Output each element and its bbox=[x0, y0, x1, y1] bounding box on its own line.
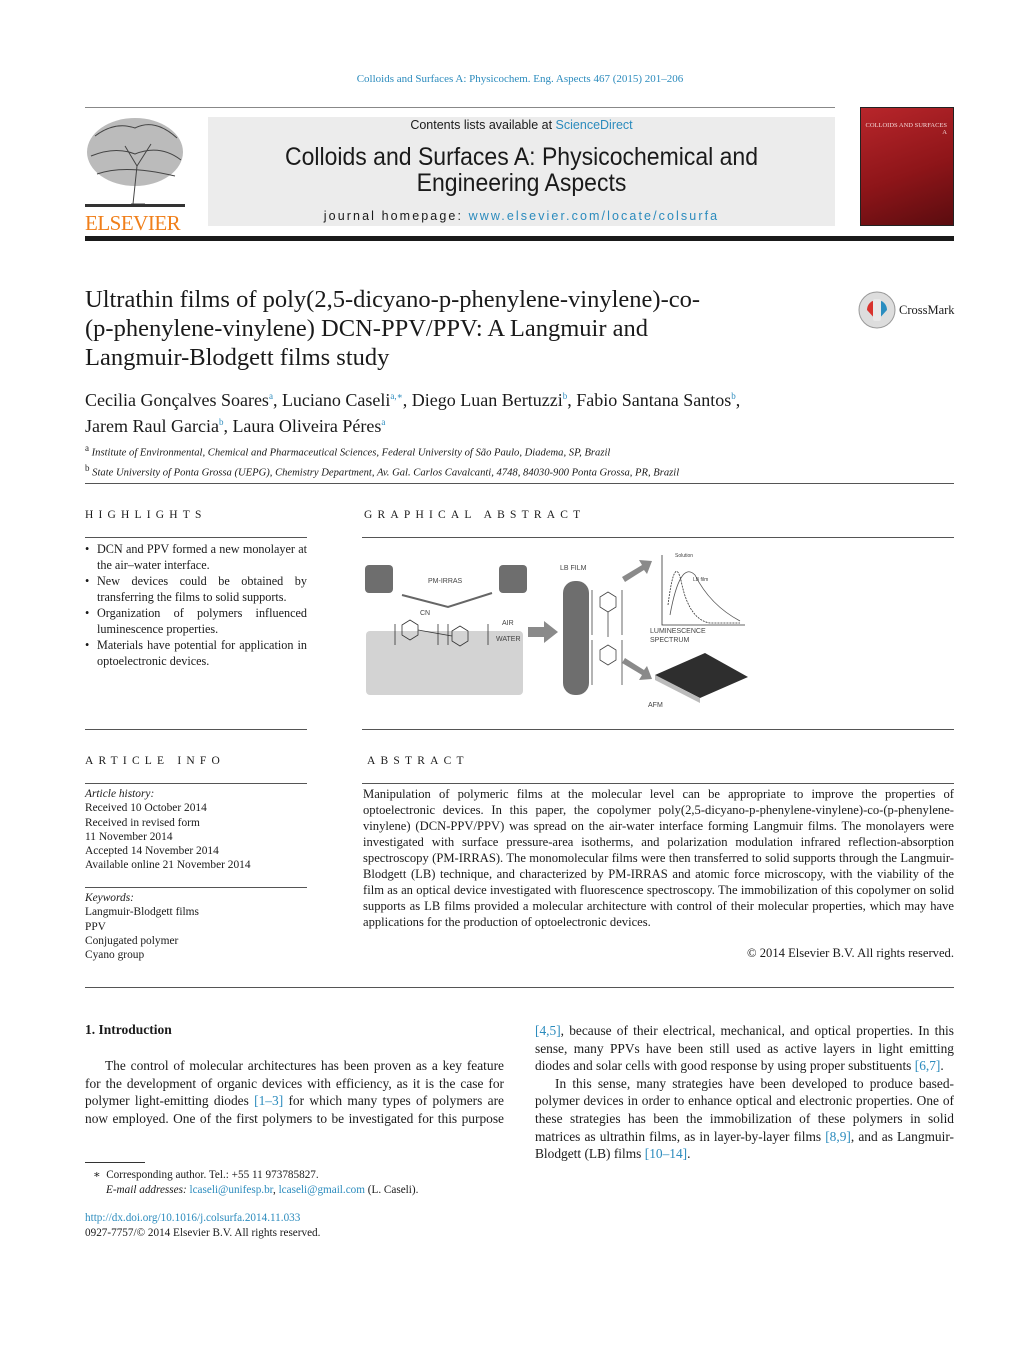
abstract-copyright: © 2014 Elsevier B.V. All rights reserved… bbox=[747, 946, 954, 960]
lb-polymer-structure bbox=[591, 590, 623, 685]
crossmark-button[interactable]: CrossMark bbox=[858, 291, 955, 329]
citation-link[interactable]: [6,7] bbox=[915, 1058, 941, 1073]
email-link[interactable]: lcaseli@gmail.com bbox=[279, 1184, 365, 1196]
spectrum-label: SPECTRUM bbox=[650, 637, 689, 644]
keyword: Cyano group bbox=[85, 949, 145, 962]
arrow-right bbox=[528, 621, 558, 643]
journal-reference[interactable]: Colloids and Surfaces A: Physicochem. En… bbox=[0, 73, 1020, 85]
affiliation: a Institute of Environmental, Chemical a… bbox=[85, 443, 611, 459]
affiliations: a Institute of Environmental, Chemical a… bbox=[85, 441, 679, 480]
graphical-abstract-heading: GRAPHICAL ABSTRACT bbox=[364, 509, 586, 521]
arrow-up-right bbox=[622, 560, 652, 582]
header-bar bbox=[85, 236, 954, 241]
pmirras-beam bbox=[401, 592, 493, 609]
keywords: Keywords: Langmuir-Blodgett films PPV Co… bbox=[85, 892, 199, 962]
crossmark-icon bbox=[858, 291, 896, 329]
lb-film-label: LB FILM bbox=[560, 565, 587, 572]
keyword: PPV bbox=[85, 920, 106, 933]
highlights-list: DCN and PPV formed a new monolayer at th… bbox=[85, 541, 307, 669]
pmirras-label: PM-IRRAS bbox=[428, 578, 463, 585]
author[interactable]: Cecilia Gonçalves Soaresa bbox=[85, 390, 273, 410]
homepage-link[interactable]: www.elsevier.com/locate/colsurfa bbox=[469, 209, 720, 223]
solution-label: Solution bbox=[675, 553, 693, 559]
journal-cover[interactable]: COLLOIDS AND SURFACES A bbox=[860, 107, 954, 226]
doi-block: http://dx.doi.org/10.1016/j.colsurfa.201… bbox=[85, 1212, 321, 1239]
homepage-prefix: journal homepage: bbox=[323, 209, 464, 223]
highlight-item: Organization of polymers influenced lumi… bbox=[85, 605, 307, 637]
email-link[interactable]: lcaseli@unifesp.br bbox=[189, 1184, 272, 1196]
highlight-item: New devices could be obtained by transfe… bbox=[85, 573, 307, 605]
luminescence-spectrum-plot: Solution LB film bbox=[661, 553, 745, 626]
citation-link[interactable]: [8,9] bbox=[825, 1129, 851, 1144]
affiliation: b State University of Ponta Grossa (UEPG… bbox=[85, 462, 680, 479]
author[interactable]: Jarem Raul Garciab bbox=[85, 416, 223, 436]
highlight-item: DCN and PPV formed a new monolayer at th… bbox=[85, 541, 307, 573]
author-list: Cecilia Gonçalves Soaresa, Luciano Casel… bbox=[85, 390, 741, 436]
air-label: AIR bbox=[502, 620, 514, 627]
article-history: Article history: Received 10 October 201… bbox=[85, 788, 251, 872]
elsevier-tree-icon bbox=[85, 118, 185, 207]
luminescence-label: LUMINESCENCE bbox=[650, 628, 706, 635]
citation-link[interactable]: [1–3] bbox=[254, 1093, 283, 1108]
article-title: Ultrathin films of poly(2,5-dicyano-p-ph… bbox=[85, 286, 701, 371]
author[interactable]: Laura Oliveira Péresa bbox=[232, 416, 385, 436]
abstract-heading: ABSTRACT bbox=[367, 755, 469, 767]
introduction-p1-left: The control of molecular architectures h… bbox=[85, 1058, 504, 1126]
citation-link[interactable]: [10–14] bbox=[645, 1146, 687, 1161]
abstract-text: Manipulation of polymeric films at the m… bbox=[363, 787, 954, 929]
arrow-down-right bbox=[622, 658, 652, 680]
pmirras-left-block bbox=[365, 565, 393, 593]
citation-link[interactable]: [4,5] bbox=[535, 1023, 561, 1038]
journal-title: Colloids and Surfaces A: Physicochemical… bbox=[284, 143, 759, 197]
doi-link[interactable]: http://dx.doi.org/10.1016/j.colsurfa.201… bbox=[85, 1212, 300, 1224]
article-info-heading: ARTICLE INFO bbox=[85, 755, 225, 767]
cn-label: CN bbox=[420, 610, 430, 617]
keyword: Conjugated polymer bbox=[85, 934, 179, 947]
author[interactable]: Fabio Santana Santosb bbox=[576, 390, 736, 410]
highlight-item: Materials have potential for application… bbox=[85, 637, 307, 669]
pmirras-right-block bbox=[499, 565, 527, 593]
author[interactable]: Diego Luan Bertuzzib bbox=[412, 390, 567, 410]
footnote: ∗ Corresponding author. Tel.: +55 11 973… bbox=[93, 1169, 419, 1196]
lb-film-substrate bbox=[563, 581, 589, 695]
keyword: Langmuir-Blodgett films bbox=[85, 906, 199, 919]
introduction-right-column: [4,5], because of their electrical, mech… bbox=[535, 1023, 954, 1162]
lb-film-curve-label: LB film bbox=[693, 577, 708, 583]
introduction-heading: 1. Introduction bbox=[85, 1022, 172, 1037]
sciencedirect-link[interactable]: ScienceDirect bbox=[556, 118, 633, 132]
elsevier-logo: ELSEVIER bbox=[85, 116, 185, 235]
elsevier-wordmark: ELSEVIER bbox=[85, 211, 181, 235]
afm-image bbox=[655, 653, 748, 698]
water-label: WATER bbox=[496, 636, 521, 643]
author[interactable]: Luciano Caselia,∗ bbox=[282, 390, 403, 410]
afm-label: AFM bbox=[648, 702, 663, 709]
highlights-heading: HIGHLIGHTS bbox=[85, 509, 207, 521]
graphical-abstract-figure: PM-IRRAS CN AIR WATER LB FILM Solution L… bbox=[365, 553, 748, 709]
journal-header: Contents lists available at ScienceDirec… bbox=[208, 117, 835, 226]
contents-prefix: Contents lists available at bbox=[410, 118, 553, 132]
